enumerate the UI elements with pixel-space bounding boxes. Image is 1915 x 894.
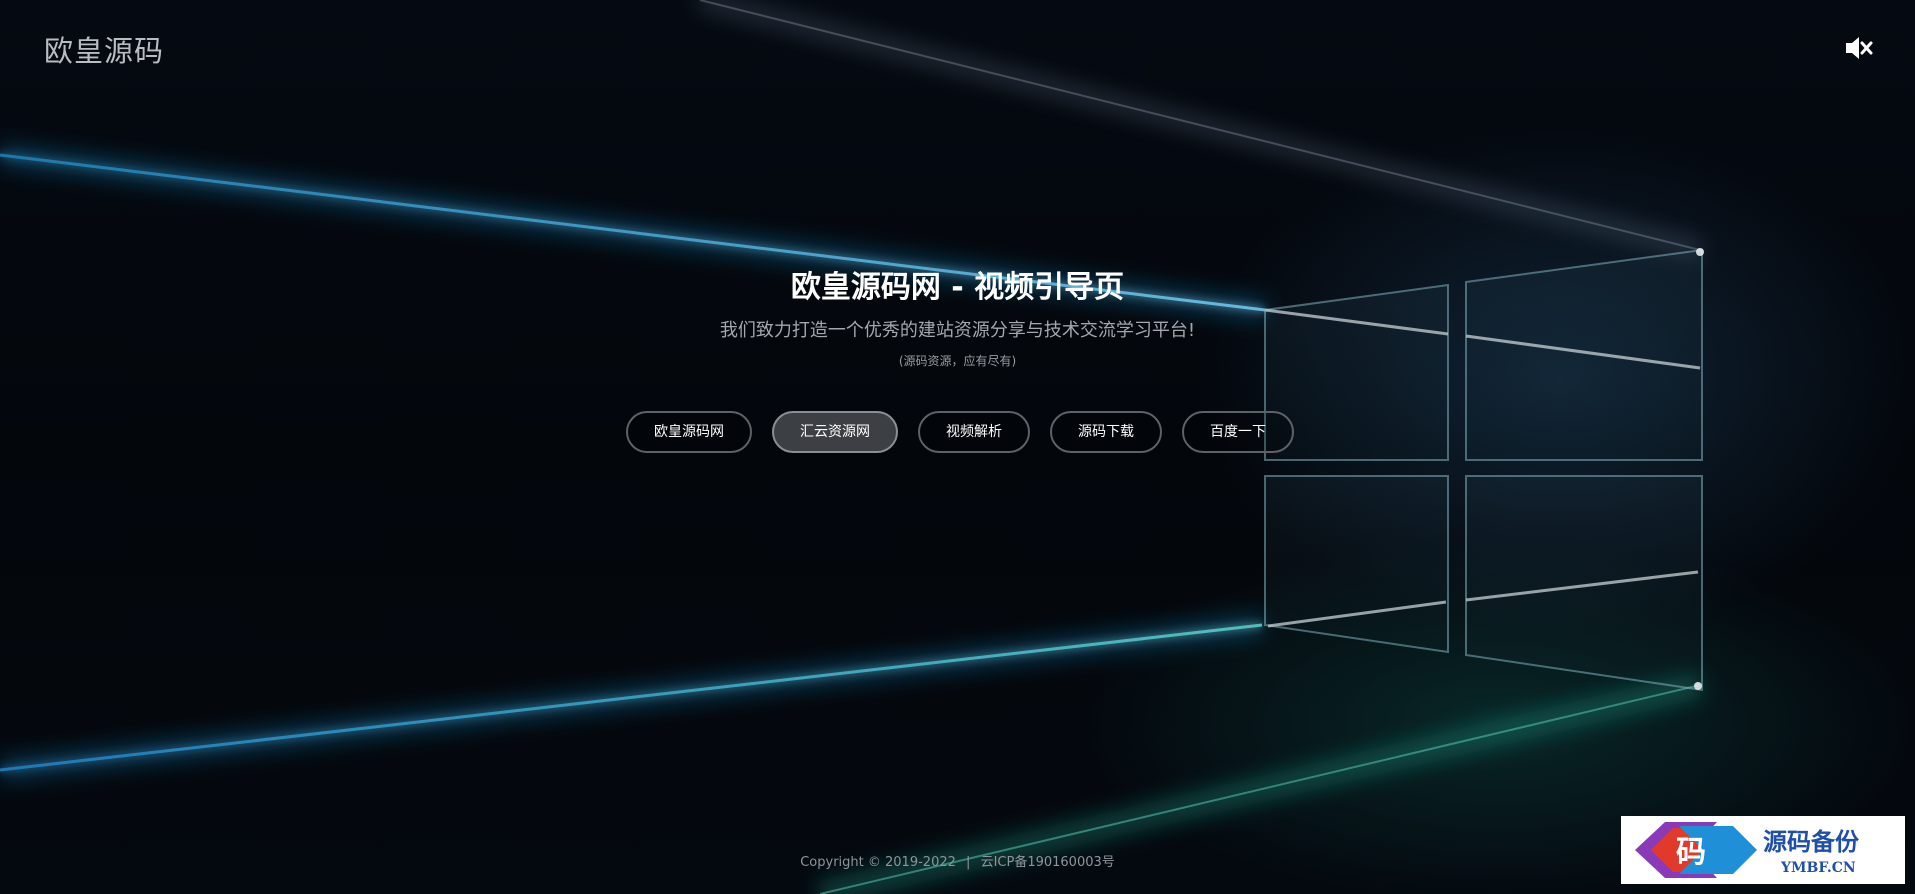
watermark-title: 源码备份 <box>1763 827 1860 856</box>
site-logo-text[interactable]: 欧皇源码 <box>44 28 164 70</box>
page-note: (源码资源，应有尽有) <box>898 354 1017 368</box>
footer-icp-link[interactable]: 云ICP备190160003号 <box>981 855 1115 870</box>
page-title: 欧皇源码网 - 视频引导页 <box>790 270 1125 305</box>
nav-button-ouhuang[interactable]: 欧皇源码网 <box>626 411 752 453</box>
nav-button-video-parse[interactable]: 视频解析 <box>918 411 1030 453</box>
footer-copyright: Copyright © 2019-2022 <box>800 855 956 870</box>
watermark-logo: 码 源码备份 YMBF.CN <box>1621 816 1905 884</box>
nav-button-row: 欧皇源码网 汇云资源网 视频解析 源码下载 百度一下 <box>626 411 1294 453</box>
nav-button-source-download[interactable]: 源码下载 <box>1050 411 1162 453</box>
page-background: 欧皇源码 欧皇源码网 - 视频引导页 我们致力打造一个优秀的建站资源分享与技术交… <box>0 0 1915 894</box>
footer-separator: | <box>966 855 971 870</box>
speaker-muted-icon[interactable] <box>1843 34 1873 62</box>
nav-button-baidu[interactable]: 百度一下 <box>1182 411 1294 453</box>
watermark-domain: YMBF.CN <box>1780 860 1856 876</box>
watermark-glyph: 码 <box>1676 835 1706 870</box>
hero-section: 欧皇源码网 - 视频引导页 我们致力打造一个优秀的建站资源分享与技术交流学习平台… <box>0 262 1915 369</box>
page-subtitle: 我们致力打造一个优秀的建站资源分享与技术交流学习平台! <box>719 320 1196 341</box>
nav-button-huiyun[interactable]: 汇云资源网 <box>772 411 898 453</box>
